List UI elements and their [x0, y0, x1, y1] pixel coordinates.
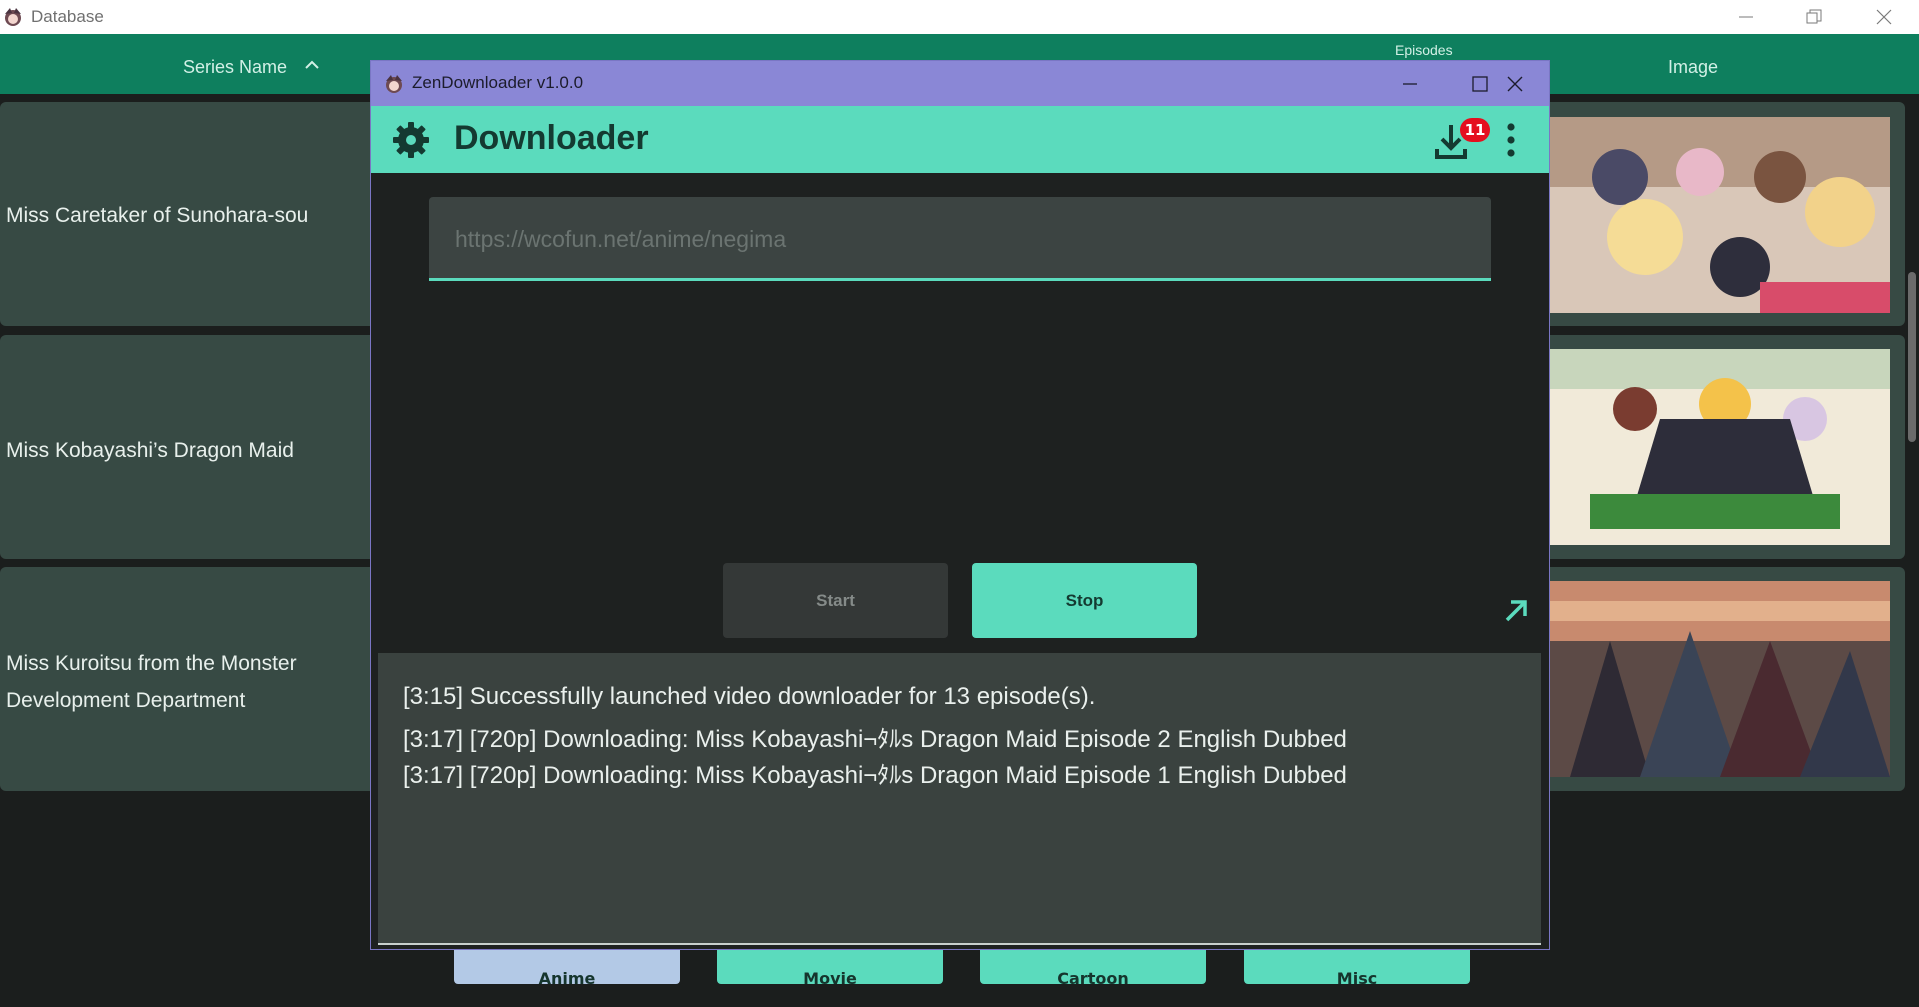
- column-label: Series Name: [183, 57, 288, 77]
- category-cartoon-button[interactable]: Cartoon: [980, 944, 1206, 984]
- downloader-appbar: Downloader 11: [371, 106, 1549, 173]
- minimize-button[interactable]: [1718, 0, 1774, 34]
- restore-icon: [1806, 9, 1822, 24]
- start-button[interactable]: Start: [723, 563, 948, 638]
- log-line: [3:15] Successfully launched video downl…: [403, 683, 1096, 710]
- url-field[interactable]: [429, 197, 1491, 281]
- category-movie-button[interactable]: Movie: [717, 944, 943, 984]
- category-misc-button[interactable]: Misc: [1244, 944, 1470, 984]
- page-title: Downloader: [454, 119, 649, 157]
- column-label: Image: [1668, 57, 1719, 77]
- downloader-window: ZenDownloader v1.0.0 Downloader 11 https…: [370, 60, 1550, 950]
- downloader-titlebar: ZenDownloader v1.0.0: [371, 61, 1549, 106]
- minimize-icon: [1403, 82, 1417, 85]
- close-button[interactable]: [1856, 0, 1912, 34]
- series-thumbnail: [1550, 117, 1890, 313]
- more-vertical-icon[interactable]: [1501, 120, 1521, 160]
- series-thumbnail: [1550, 349, 1890, 545]
- close-icon: [1876, 9, 1892, 25]
- database-window-title: Database: [31, 7, 104, 26]
- series-name: Miss Kuroitsu from the Monster Developme…: [6, 652, 297, 712]
- log-line: [3:17] [720p] Downloading: Miss Kobayash…: [403, 726, 1347, 753]
- download-count-badge: 11: [1460, 118, 1490, 142]
- gear-icon[interactable]: [391, 120, 431, 160]
- series-name: Miss Kobayashi’s Dragon Maid: [6, 439, 294, 462]
- column-label: Episodes: [1395, 42, 1453, 58]
- series-thumbnail: [1550, 581, 1890, 777]
- url-input[interactable]: [453, 223, 1457, 255]
- download-log: [3:15] Successfully launched video downl…: [378, 653, 1541, 945]
- log-line: [3:17] [720p] Downloading: Miss Kobayash…: [403, 762, 1347, 789]
- restore-button[interactable]: [1786, 0, 1842, 34]
- database-titlebar: Database: [0, 0, 1919, 34]
- vertical-scrollbar[interactable]: [1908, 272, 1916, 442]
- app-logo-icon: [386, 75, 402, 93]
- category-anime-button[interactable]: Anime: [454, 944, 680, 984]
- arrow-up-right-icon[interactable]: [1501, 596, 1531, 626]
- minimize-icon: [1739, 16, 1753, 18]
- close-icon: [1507, 76, 1523, 91]
- series-name: Miss Caretaker of Sunohara-sou: [6, 204, 309, 227]
- downloader-window-title: ZenDownloader v1.0.0: [412, 73, 584, 92]
- minimize-button[interactable]: [1376, 61, 1444, 106]
- sort-ascending-icon: [305, 60, 319, 69]
- stop-button[interactable]: Stop: [972, 563, 1197, 638]
- app-logo-icon: [5, 8, 21, 26]
- close-button[interactable]: [1481, 61, 1549, 106]
